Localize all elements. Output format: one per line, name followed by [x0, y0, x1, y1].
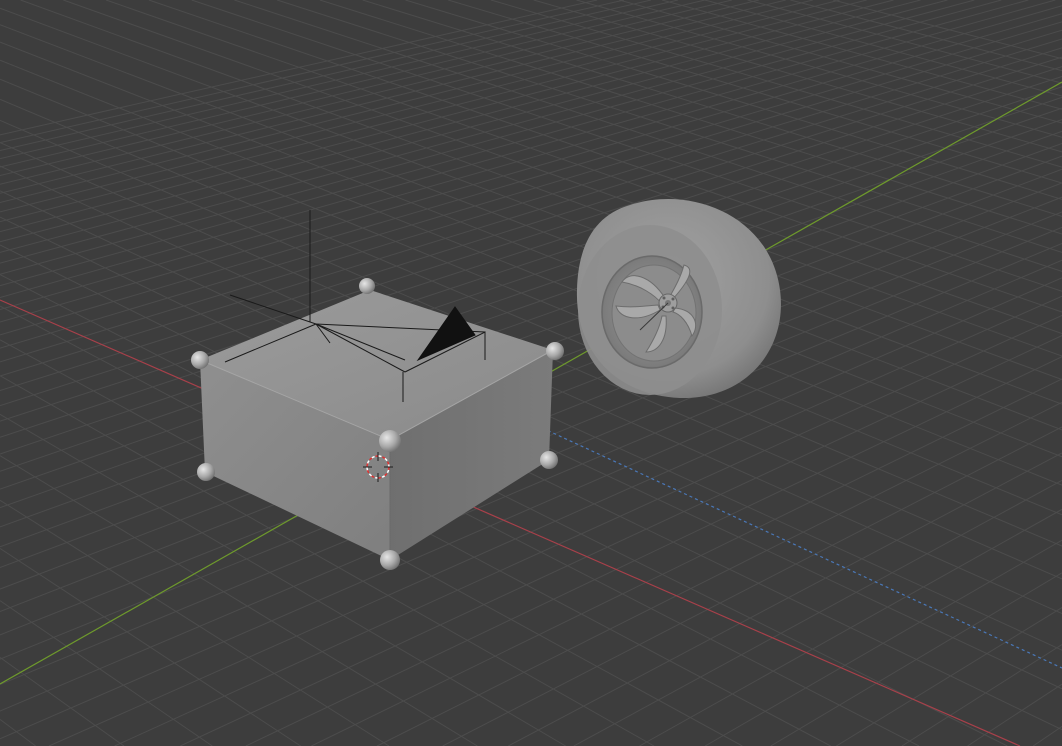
grid-line [967, 683, 1062, 746]
wheel-lug-nut [671, 306, 675, 310]
wheel-lug-nut [671, 297, 675, 301]
grid-line [747, 0, 1062, 84]
grid-line [442, 426, 1062, 746]
grid-line [0, 600, 213, 746]
grid-line [0, 0, 894, 233]
grid-line [0, 0, 867, 223]
grid-line [901, 644, 1062, 746]
grid-line [0, 56, 1062, 392]
wheel-lug-nut [662, 296, 666, 300]
vertex-handle[interactable] [540, 451, 558, 469]
grid-line [576, 0, 1062, 138]
vertex-handle[interactable] [380, 550, 400, 570]
grid-line [0, 259, 1062, 712]
vertex-handle[interactable] [379, 430, 401, 452]
grid-line [319, 0, 1062, 235]
grid-line [63, 0, 1062, 357]
grid-line [508, 452, 1062, 746]
wheel-object[interactable] [576, 198, 781, 399]
grid-line [0, 21, 1062, 336]
grid-line [0, 0, 948, 253]
grid-line [790, 0, 1062, 72]
grid-line [573, 479, 1062, 746]
grid-line [704, 0, 1062, 97]
grid-line [0, 0, 921, 243]
grid-line [0, 0, 733, 177]
vertex-handle[interactable] [359, 278, 375, 294]
grid-line [0, 0, 759, 185]
grid-line [0, 0, 652, 152]
vertex-handle[interactable] [197, 463, 215, 481]
grid-line [405, 0, 1062, 200]
3d-viewport[interactable] [0, 0, 1062, 746]
grid-line [0, 244, 1008, 746]
grid-line [0, 718, 36, 746]
grid-line [0, 5, 1062, 311]
grid-line [1032, 726, 1062, 746]
vertex-handle[interactable] [546, 342, 564, 360]
grid-line [0, 0, 975, 264]
grid-line [0, 0, 625, 144]
viewport-scene[interactable] [0, 0, 1062, 746]
vertex-handle[interactable] [191, 351, 209, 369]
grid-line [20, 0, 1062, 381]
grid-line [836, 607, 1062, 746]
grid-line [0, 0, 786, 194]
